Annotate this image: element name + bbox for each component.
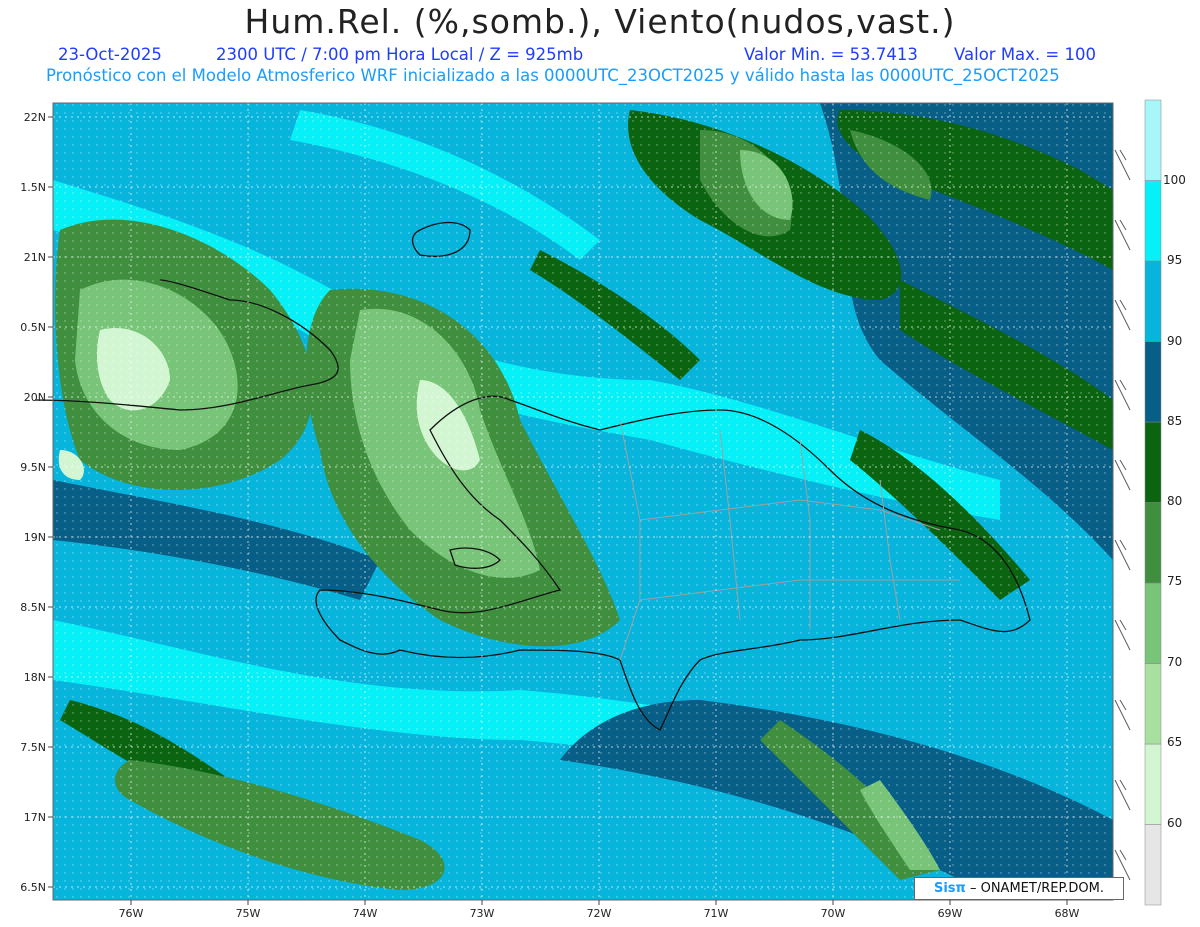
lat-label: 21N: [24, 251, 46, 264]
legend-swatch: [1144, 502, 1162, 584]
legend-label: 75: [1167, 574, 1182, 588]
legend-swatch: [1144, 260, 1162, 342]
lat-label: 17N: [24, 811, 46, 824]
legend-label: 90: [1167, 334, 1182, 348]
longitude-ticks: [130, 900, 1068, 905]
wind-barbs: [1114, 149, 1131, 881]
lon-label: 72W: [587, 907, 612, 920]
legend-label: 65: [1167, 735, 1182, 749]
lat-label: 6.5N: [20, 881, 46, 894]
lon-label: 73W: [470, 907, 495, 920]
humidity-wind-map: 22N 1.5N 21N 0.5N 20N 9.5N 19N 8.5N 18N …: [20, 99, 1186, 920]
legend-swatch: [1144, 180, 1162, 262]
latitude-ticks: [48, 116, 53, 888]
lon-label: 75W: [236, 907, 261, 920]
lon-label: 68W: [1055, 907, 1080, 920]
lat-label: 0.5N: [20, 321, 46, 334]
legend-labels: 60 65 70 75 80 85 90 95 100: [1163, 173, 1186, 830]
lon-label: 71W: [704, 907, 729, 920]
legend-swatch: [1144, 824, 1162, 906]
lat-label: 1.5N: [20, 181, 46, 194]
lon-label: 69W: [938, 907, 963, 920]
humidity-field: [53, 103, 1113, 900]
legend-label: 80: [1167, 494, 1182, 508]
lat-label: 7.5N: [20, 741, 46, 754]
lat-label: 22N: [24, 111, 46, 124]
latitude-axis: 22N 1.5N 21N 0.5N 20N 9.5N 19N 8.5N 18N …: [20, 111, 46, 894]
legend-label: 100: [1163, 173, 1186, 187]
lon-label: 70W: [821, 907, 846, 920]
legend-swatch: [1144, 582, 1162, 664]
color-legend: [1144, 99, 1162, 906]
lon-label: 76W: [119, 907, 144, 920]
legend-label: 85: [1167, 414, 1182, 428]
sispi-logo: Sisπ: [933, 881, 966, 896]
credit-text: – ONAMET/REP.DOM.: [969, 881, 1104, 896]
lat-label: 19N: [24, 531, 46, 544]
lat-label: 18N: [24, 671, 46, 684]
longitude-axis: 76W 75W 74W 73W 72W 71W 70W 69W 68W: [119, 907, 1080, 920]
legend-label: 95: [1167, 253, 1182, 267]
credit-box: Sisπ – ONAMET/REP.DOM.: [914, 877, 1124, 900]
lat-label: 9.5N: [20, 461, 46, 474]
legend-swatch: [1144, 663, 1162, 745]
lat-label: 20N: [24, 391, 46, 404]
legend-swatch: [1144, 99, 1162, 181]
lat-label: 8.5N: [20, 601, 46, 614]
legend-label: 70: [1167, 655, 1182, 669]
legend-swatch: [1144, 341, 1162, 423]
legend-swatch: [1144, 421, 1162, 503]
legend-swatch: [1144, 743, 1162, 825]
legend-label: 60: [1167, 816, 1182, 830]
lon-label: 74W: [353, 907, 378, 920]
